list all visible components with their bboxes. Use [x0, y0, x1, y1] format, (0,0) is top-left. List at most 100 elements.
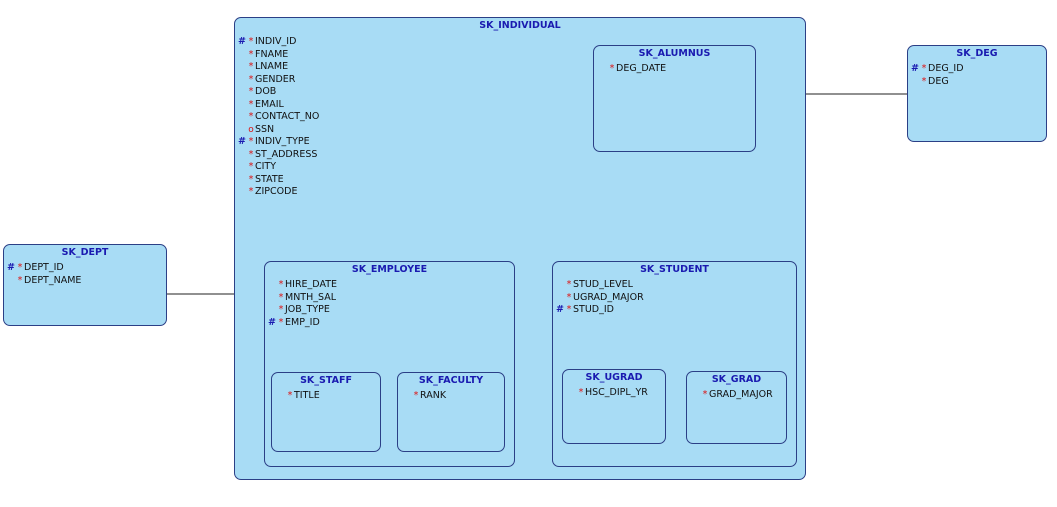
attribute-row[interactable]: * STATE	[238, 174, 805, 187]
attribute-row[interactable]: * TITLE	[277, 390, 380, 403]
required-marker: *	[413, 390, 419, 401]
required-marker: *	[278, 291, 284, 303]
attribute-list: * HSC_DIPL_YR	[568, 387, 665, 400]
attribute-row[interactable]: * CITY	[238, 161, 805, 174]
attribute-name: EMP_ID	[285, 316, 320, 328]
attribute-name: INDIV_TYPE	[255, 136, 310, 147]
required-marker: *	[921, 63, 927, 74]
attribute-name: DEG_DATE	[616, 63, 667, 74]
attribute-name: DEPT_NAME	[24, 274, 82, 286]
required-marker: *	[248, 48, 254, 60]
entity-title: SK_DEPT	[61, 247, 109, 258]
entity-title: SK_DEG	[956, 48, 998, 59]
entity-sk-faculty[interactable]: SK_FACULTY * RANK	[397, 372, 505, 452]
required-marker: *	[248, 148, 254, 160]
attribute-name: STATE	[255, 173, 284, 185]
required-marker: *	[278, 316, 284, 328]
attribute-name: INDIV_ID	[255, 36, 297, 47]
entity-title: SK_EMPLOYEE	[351, 264, 428, 275]
required-marker: *	[566, 291, 572, 303]
required-marker: *	[578, 387, 584, 398]
attribute-row[interactable]: * DEG_DATE	[599, 63, 755, 76]
attribute-row[interactable]: # * STUD_ID	[556, 304, 796, 317]
primary-key-marker: #	[268, 316, 276, 328]
required-marker: *	[566, 279, 572, 290]
required-marker: *	[248, 111, 254, 122]
attribute-name: SSN	[255, 123, 275, 135]
attribute-name: UGRAD_MAJOR	[573, 291, 644, 303]
attribute-row[interactable]: * STUD_LEVEL	[556, 279, 796, 292]
attribute-name: HSC_DIPL_YR	[585, 387, 648, 398]
required-marker: *	[248, 73, 254, 85]
required-marker: *	[17, 262, 23, 273]
attribute-name: EMAIL	[255, 98, 284, 110]
attribute-name: DEPT_ID	[24, 262, 64, 273]
required-marker: *	[248, 86, 254, 97]
attribute-list: * STUD_LEVEL * UGRAD_MAJOR # * STUD_ID	[556, 279, 796, 317]
entity-title: SK_STUDENT	[640, 264, 709, 275]
entity-sk-dept[interactable]: SK_DEPT # * DEPT_ID * DEPT_NAME	[3, 244, 167, 326]
attribute-name: ZIPCODE	[255, 186, 298, 197]
attribute-name: TITLE	[294, 390, 320, 401]
attribute-row[interactable]: * DEPT_NAME	[7, 275, 166, 288]
attribute-list: * HIRE_DATE * MNTH_SAL * JOB_TYPE # * EMP_ID	[268, 279, 514, 329]
required-marker: *	[248, 61, 254, 72]
required-marker: *	[248, 173, 254, 185]
required-marker: *	[248, 98, 254, 110]
attribute-name: RANK	[420, 390, 447, 401]
primary-key-marker: #	[556, 304, 564, 315]
required-marker: *	[566, 304, 572, 315]
primary-key-marker: #	[911, 63, 919, 74]
required-marker: *	[248, 186, 254, 197]
required-marker: *	[921, 75, 927, 87]
attribute-row[interactable]: * UGRAD_MAJOR	[556, 292, 796, 305]
attribute-name: DOB	[255, 86, 277, 97]
attribute-name: FNAME	[255, 48, 289, 60]
entity-sk-grad[interactable]: SK_GRAD * GRAD_MAJOR	[686, 371, 787, 444]
entity-title: SK_INDIVIDUAL	[479, 20, 561, 31]
attribute-row[interactable]: * JOB_TYPE	[268, 304, 514, 317]
attribute-name: ST_ADDRESS	[255, 148, 318, 160]
attribute-name: STUD_LEVEL	[573, 279, 633, 290]
optional-marker: o	[248, 124, 254, 135]
entity-sk-alumnus[interactable]: SK_ALUMNUS * DEG_DATE	[593, 45, 756, 152]
required-marker: *	[17, 274, 23, 286]
attribute-row[interactable]: * GRAD_MAJOR	[692, 389, 786, 402]
attribute-row[interactable]: # * DEG_ID	[911, 63, 1046, 76]
attribute-list: # * DEPT_ID * DEPT_NAME	[7, 262, 166, 287]
attribute-row[interactable]: # * DEPT_ID	[7, 262, 166, 275]
attribute-row[interactable]: # * EMP_ID	[268, 317, 514, 330]
required-marker: *	[278, 304, 284, 315]
attribute-name: CITY	[255, 161, 277, 172]
attribute-name: HIRE_DATE	[285, 279, 338, 290]
attribute-name: DEG	[928, 75, 949, 87]
attribute-name: STUD_ID	[573, 304, 614, 315]
entity-title: SK_GRAD	[711, 374, 762, 385]
primary-key-marker: #	[7, 262, 15, 273]
required-marker: *	[702, 389, 708, 400]
entity-sk-ugrad[interactable]: SK_UGRAD * HSC_DIPL_YR	[562, 369, 666, 444]
attribute-name: MNTH_SAL	[285, 291, 336, 303]
attribute-row[interactable]: * DEG	[911, 76, 1046, 89]
required-marker: *	[287, 390, 293, 401]
attribute-name: DEG_ID	[928, 63, 964, 74]
entity-sk-staff[interactable]: SK_STAFF * TITLE	[271, 372, 381, 452]
attribute-row[interactable]: * HSC_DIPL_YR	[568, 387, 665, 400]
attribute-name: CONTACT_NO	[255, 111, 320, 122]
attribute-row[interactable]: * ZIPCODE	[238, 186, 805, 199]
attribute-list: * GRAD_MAJOR	[692, 389, 786, 402]
entity-title: SK_STAFF	[300, 375, 352, 386]
attribute-name: GENDER	[255, 73, 296, 85]
required-marker: *	[248, 136, 254, 147]
attribute-name: LNAME	[255, 61, 289, 72]
primary-key-marker: #	[238, 36, 246, 47]
attribute-row[interactable]: * MNTH_SAL	[268, 292, 514, 305]
attribute-list: * RANK	[403, 390, 504, 403]
attribute-row[interactable]: * HIRE_DATE	[268, 279, 514, 292]
entity-sk-deg[interactable]: SK_DEG # * DEG_ID * DEG	[907, 45, 1047, 142]
attribute-row[interactable]: * RANK	[403, 390, 504, 403]
attribute-list: * TITLE	[277, 390, 380, 403]
attribute-name: GRAD_MAJOR	[709, 389, 773, 400]
required-marker: *	[248, 161, 254, 172]
attribute-list: # * DEG_ID * DEG	[911, 63, 1046, 88]
